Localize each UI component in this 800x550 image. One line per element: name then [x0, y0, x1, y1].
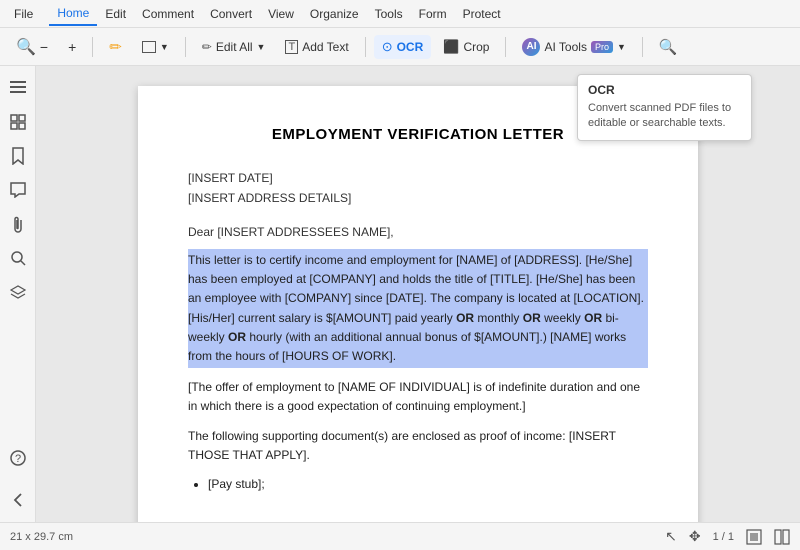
toolbar-sep-1: [92, 37, 93, 57]
edit-icon: ✏: [202, 40, 212, 54]
add-text-label: Add Text: [302, 40, 348, 54]
dear-line: Dear [INSERT ADDRESSEES NAME],: [188, 225, 648, 239]
list-item-1: [Pay stub];: [208, 475, 648, 494]
ocr-label: OCR: [397, 40, 424, 54]
zoom-in-button[interactable]: +: [60, 35, 84, 59]
document-list: [Pay stub];: [208, 475, 648, 494]
tooltip-text: Convert scanned PDF files to editable or…: [588, 101, 741, 132]
crop-icon: ⬛: [443, 39, 459, 55]
toolbar-sep-2: [185, 37, 186, 57]
document-area[interactable]: OCR Convert scanned PDF files to editabl…: [36, 66, 800, 522]
ocr-button[interactable]: ⊙ OCR: [374, 35, 432, 59]
or-3: OR: [584, 311, 602, 325]
search-icon: 🔍: [659, 38, 678, 56]
para-1: [The offer of employment to [NAME OF IND…: [188, 378, 648, 416]
or-2: OR: [523, 311, 541, 325]
sidebar-icon-help[interactable]: ?: [4, 444, 32, 472]
file-menu[interactable]: File: [6, 3, 41, 25]
crop-label: Crop: [463, 40, 489, 54]
menu-home[interactable]: Home: [49, 2, 97, 26]
add-text-icon: T: [285, 40, 298, 54]
zoom-in-icon: +: [68, 39, 76, 55]
ai-tools-button[interactable]: AI AI Tools Pro ▼: [514, 34, 633, 60]
sidebar-icon-menu[interactable]: [4, 74, 32, 102]
status-bar: 21 x 29.7 cm ↖ ✥ 1 / 1: [0, 522, 800, 550]
insert-date: [INSERT DATE]: [188, 171, 648, 185]
highlighted-paragraph: This letter is to certify income and emp…: [188, 249, 648, 368]
menu-protect[interactable]: Protect: [455, 3, 509, 25]
search-toolbar-button[interactable]: 🔍: [651, 34, 686, 60]
edit-all-button[interactable]: ✏ Edit All ▼: [194, 36, 274, 58]
ai-dropdown-icon: ▼: [617, 42, 626, 52]
left-sidebar: ?: [0, 66, 36, 522]
sidebar-icon-attachment[interactable]: [4, 210, 32, 238]
menu-bar: Home Edit Comment Convert View Organize …: [49, 2, 508, 26]
sidebar-icon-bookmark[interactable]: [4, 142, 32, 170]
highlight-icon: ✏: [109, 38, 122, 56]
ai-icon: AI: [522, 38, 540, 56]
ai-badge: Pro: [591, 41, 613, 53]
para-2: The following supporting document(s) are…: [188, 427, 648, 465]
fit-page-icon[interactable]: [746, 529, 762, 545]
toolbar-sep-3: [365, 37, 366, 57]
add-text-button[interactable]: T Add Text: [277, 36, 356, 58]
svg-text:?: ?: [15, 453, 21, 465]
menu-form[interactable]: Form: [411, 3, 455, 25]
main-layout: ? OCR Convert scanned PDF files to edita…: [0, 66, 800, 522]
ocr-tooltip: OCR Convert scanned PDF files to editabl…: [577, 74, 752, 141]
sidebar-icon-thumbnail[interactable]: [4, 108, 32, 136]
menu-organize[interactable]: Organize: [302, 3, 367, 25]
status-right: ↖ ✥ 1 / 1: [665, 528, 790, 545]
page-dimensions: 21 x 29.7 cm: [10, 531, 73, 543]
zoom-out-label: −: [40, 39, 48, 55]
title-bar: File Home Edit Comment Convert View Orga…: [0, 0, 800, 28]
toolbar-sep-5: [642, 37, 643, 57]
page-info: 1 / 1: [713, 531, 734, 543]
or-1: OR: [456, 311, 474, 325]
title-bar-left: File: [6, 3, 41, 25]
sidebar-icon-layers[interactable]: [4, 278, 32, 306]
ocr-icon: ⊙: [382, 39, 393, 55]
tooltip-title: OCR: [588, 83, 741, 97]
insert-address: [INSERT ADDRESS DETAILS]: [188, 191, 648, 205]
layout-icon[interactable]: [774, 529, 790, 545]
cursor-icon[interactable]: ↖: [665, 528, 677, 545]
toolbar: 🔍 − + ✏ ▼ ✏ Edit All ▼ T Add Text ⊙ OCR …: [0, 28, 800, 66]
rect-dropdown-icon: ▼: [160, 42, 169, 52]
menu-convert[interactable]: Convert: [202, 3, 260, 25]
move-icon[interactable]: ✥: [689, 528, 701, 545]
menu-comment[interactable]: Comment: [134, 3, 202, 25]
sidebar-icon-nav-left[interactable]: [4, 486, 32, 514]
sidebar-icon-comment[interactable]: [4, 176, 32, 204]
edit-dropdown-icon: ▼: [257, 42, 266, 52]
toolbar-sep-4: [505, 37, 506, 57]
edit-all-label: Edit All: [216, 40, 253, 54]
rect-button[interactable]: ▼: [134, 37, 177, 57]
menu-view[interactable]: View: [260, 3, 302, 25]
sidebar-icon-search[interactable]: [4, 244, 32, 272]
menu-edit[interactable]: Edit: [97, 3, 134, 25]
ai-tools-label: AI Tools: [544, 40, 586, 54]
highlight-button[interactable]: ✏: [101, 34, 130, 60]
or-4: OR: [228, 330, 246, 344]
menu-tools[interactable]: Tools: [367, 3, 411, 25]
zoom-out-icon: 🔍: [16, 37, 36, 57]
crop-button[interactable]: ⬛ Crop: [435, 35, 497, 59]
rect-icon: [142, 41, 156, 53]
pdf-page: EMPLOYMENT VERIFICATION LETTER [INSERT D…: [138, 86, 698, 522]
zoom-out-button[interactable]: 🔍 −: [8, 33, 56, 61]
